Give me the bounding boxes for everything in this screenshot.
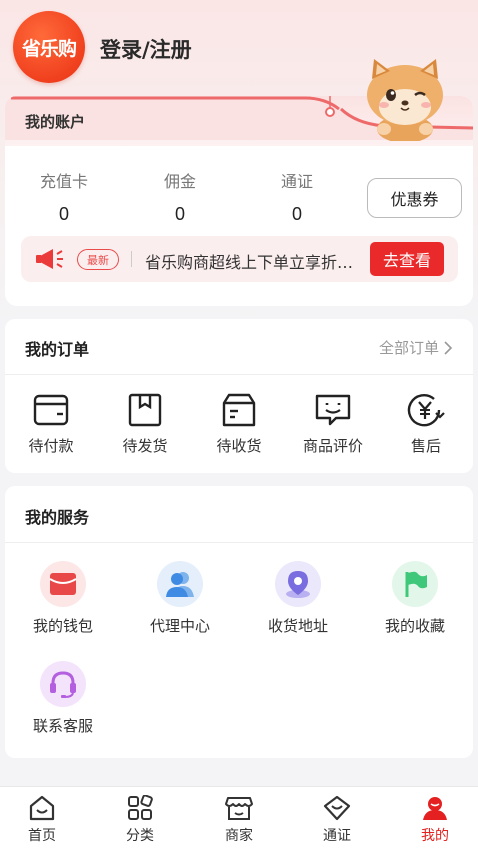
profile-icon xyxy=(423,797,447,820)
service-icon-bg xyxy=(157,561,203,607)
stat-token[interactable]: 通证 0 xyxy=(247,168,347,225)
tab-category[interactable]: 分类 xyxy=(100,795,180,845)
account-title: 我的账户 xyxy=(25,113,86,131)
stat-value: 0 xyxy=(291,204,302,224)
order-review[interactable]: 商品评价 xyxy=(285,393,381,456)
order-pending-payment[interactable]: 待付款 xyxy=(3,393,99,456)
service-label: 收货地址 xyxy=(267,617,328,635)
all-orders-link[interactable]: 全部订单 xyxy=(379,337,453,358)
service-icon-bg xyxy=(275,561,321,607)
service-label: 联系客服 xyxy=(32,717,93,735)
store-icon xyxy=(225,797,253,820)
divider xyxy=(5,542,473,543)
comment-icon xyxy=(315,394,351,426)
login-register-link[interactable]: 登录/注册 xyxy=(100,34,192,64)
orders-card: 我的订单 全部订单 待付款 待发货 待收货 商品评价 售后 xyxy=(5,319,473,473)
flag-icon xyxy=(405,571,427,597)
stat-label: 通证 xyxy=(280,172,313,191)
megaphone-icon xyxy=(36,249,63,269)
notice-view-button[interactable]: 去查看 xyxy=(370,242,444,276)
tab-mine[interactable]: 我的 xyxy=(395,795,475,845)
tab-label: 商家 xyxy=(225,828,253,844)
service-favorites[interactable]: 我的收藏 xyxy=(367,561,463,636)
order-item-label: 待付款 xyxy=(28,437,74,455)
category-icon xyxy=(128,795,153,820)
divider xyxy=(5,374,473,375)
service-agent-center[interactable]: 代理中心 xyxy=(132,561,228,636)
order-after-sales[interactable]: 售后 xyxy=(378,393,474,456)
app-logo: 省乐购 xyxy=(13,11,85,83)
coupon-button[interactable]: 优惠券 xyxy=(367,178,462,218)
service-customer-support[interactable]: 联系客服 xyxy=(15,661,111,736)
stat-value: 0 xyxy=(174,204,185,224)
orders-title: 我的订单 xyxy=(25,340,90,359)
service-label: 我的收藏 xyxy=(384,617,445,635)
stat-label: 充值卡 xyxy=(39,172,88,191)
mascot-icon xyxy=(367,59,443,141)
order-item-label: 商品评价 xyxy=(302,437,363,455)
order-pending-shipment[interactable]: 待发货 xyxy=(97,393,193,456)
tab-label: 我的 xyxy=(421,828,449,844)
service-icon-bg xyxy=(392,561,438,607)
tab-label: 通证 xyxy=(323,828,351,844)
users-icon xyxy=(166,572,194,597)
stat-commission[interactable]: 佣金 0 xyxy=(130,168,230,225)
stat-label: 佣金 xyxy=(163,172,196,191)
services-title: 我的服务 xyxy=(25,508,90,527)
bottom-tab-bar: 首页 分类 商家 通证 我的 xyxy=(0,786,478,850)
order-item-label: 售后 xyxy=(410,437,441,455)
service-icon-bg xyxy=(40,661,86,707)
order-pending-receipt[interactable]: 待收货 xyxy=(191,393,287,456)
delivery-box-icon xyxy=(222,393,256,427)
notice-text: 省乐购商超线上下单立享折… xyxy=(145,253,354,272)
service-address[interactable]: 收货地址 xyxy=(250,561,346,636)
order-item-label: 待收货 xyxy=(216,437,262,455)
tab-home[interactable]: 首页 xyxy=(2,795,82,845)
notice-new-badge: 最新 xyxy=(77,249,119,270)
home-icon xyxy=(29,795,55,821)
order-item-label: 待发货 xyxy=(122,437,168,455)
notice-divider xyxy=(131,251,132,267)
tab-token[interactable]: 通证 xyxy=(297,795,377,845)
chevron-right-icon xyxy=(444,340,453,355)
tab-label: 首页 xyxy=(28,828,56,844)
notice-bar[interactable]: 最新 省乐购商超线上下单立享折… 去查看 xyxy=(21,236,458,282)
service-label: 代理中心 xyxy=(149,617,210,635)
service-icon-bg xyxy=(40,561,86,607)
service-wallet[interactable]: 我的钱包 xyxy=(15,561,111,636)
tab-merchants[interactable]: 商家 xyxy=(199,795,279,845)
box-icon xyxy=(128,393,162,427)
token-icon xyxy=(323,795,351,821)
yuan-refund-icon xyxy=(407,394,445,427)
logo-text: 省乐购 xyxy=(21,37,77,60)
location-pin-icon xyxy=(286,571,310,598)
headset-icon xyxy=(50,671,76,698)
stat-value: 0 xyxy=(58,204,69,224)
tab-label: 分类 xyxy=(126,828,154,844)
stat-recharge-card[interactable]: 充值卡 0 xyxy=(14,168,114,225)
service-label: 我的钱包 xyxy=(32,617,93,635)
services-card: 我的服务 我的钱包 代理中心 收货地址 我的收藏 联系客服 xyxy=(5,486,473,758)
red-envelope-icon xyxy=(49,573,77,595)
all-orders-label: 全部订单 xyxy=(378,339,439,357)
wallet-icon xyxy=(33,394,69,426)
